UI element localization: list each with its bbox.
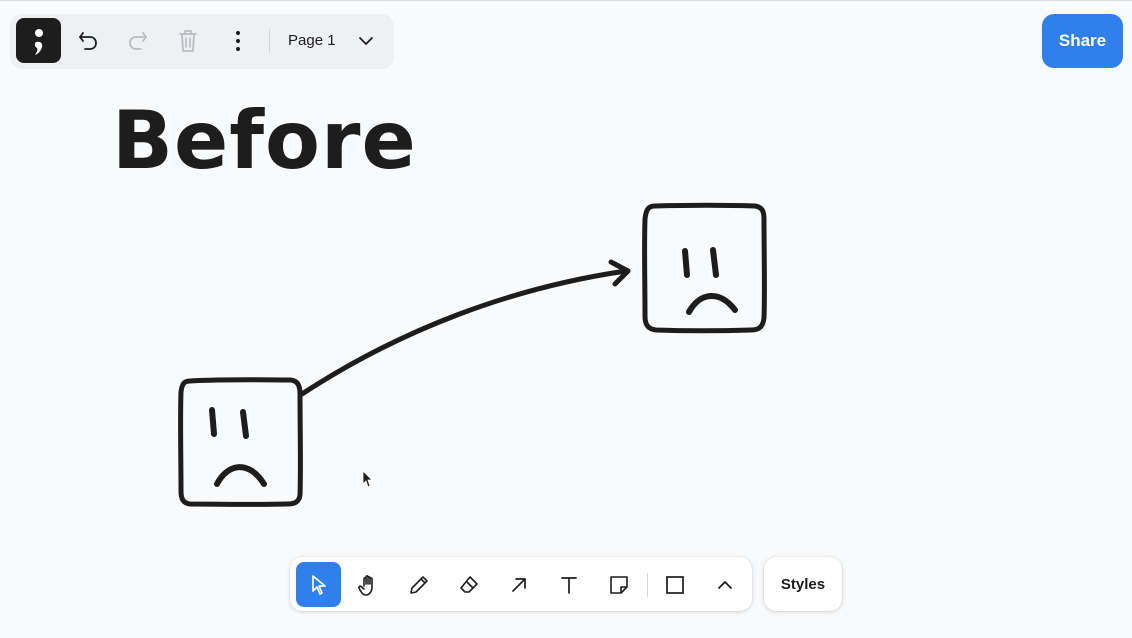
undo-icon [79,32,97,50]
drawing-canvas[interactable]: Before [0,0,1132,638]
toolbar-divider [269,29,270,53]
main-menu-button[interactable] [16,18,61,63]
chevron-down-icon [359,37,373,45]
share-button[interactable]: Share [1042,14,1123,68]
mouse-cursor-icon [362,470,373,488]
tool-note[interactable] [596,562,641,607]
tool-draw[interactable] [396,562,441,607]
canvas-heading-text[interactable]: Before [112,94,417,187]
tool-eraser[interactable] [446,562,491,607]
trash-icon [179,30,197,52]
eraser-icon [459,575,478,593]
toolbar-divider [647,573,648,597]
delete-button[interactable] [168,21,208,61]
sticky-note-icon [609,575,628,594]
undo-button[interactable] [68,21,108,61]
hand-icon [357,574,373,596]
page-name-label[interactable]: Page 1 [288,31,336,51]
page-menu-button[interactable] [346,21,386,61]
tool-select[interactable] [296,562,341,607]
more-tools-button[interactable] [702,562,747,607]
redo-button[interactable] [118,21,158,61]
semicolon-logo-icon [34,28,43,55]
arrow-shape[interactable] [299,259,631,397]
text-icon [560,576,577,594]
tool-arrow[interactable] [496,562,541,607]
pointer-icon [311,574,326,595]
tool-text[interactable] [546,562,591,607]
vertical-dots-icon [236,31,240,51]
redo-icon [129,32,147,50]
tool-hand[interactable] [346,562,391,607]
tool-rectangle[interactable] [652,562,697,607]
more-options-button[interactable] [218,21,258,61]
rectangle-icon [665,575,684,594]
chevron-up-icon [717,580,732,589]
sad-face-shape-left[interactable] [178,377,303,507]
arrow-icon [511,577,526,592]
pencil-icon [409,575,428,594]
styles-button[interactable]: Styles [764,557,842,611]
sad-face-shape-right[interactable] [642,202,767,334]
